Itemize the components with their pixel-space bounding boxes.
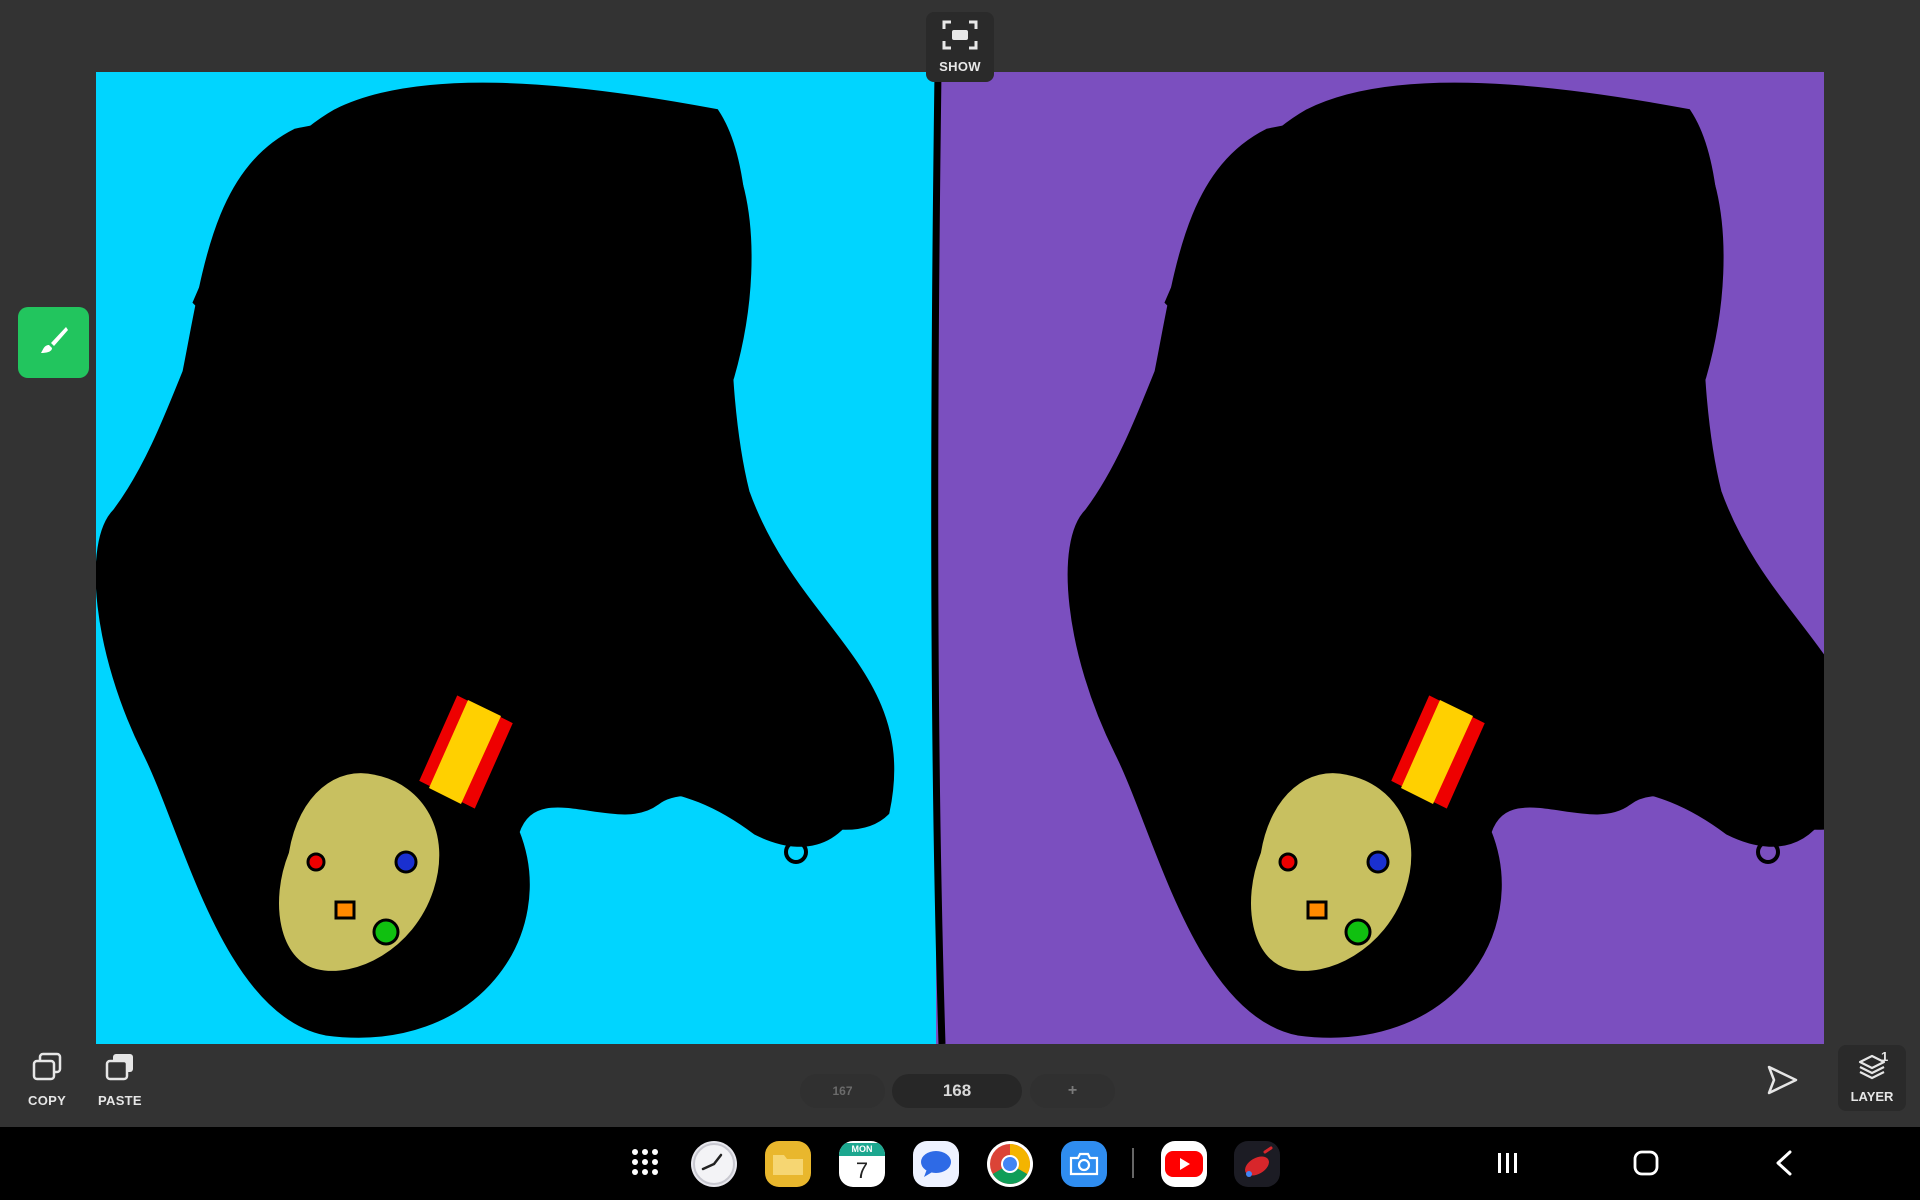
layer-count: 1 xyxy=(1881,1049,1889,1064)
animation-app: SHOW COPY PASTE 167 168 + 1 LAYER xyxy=(0,0,1920,1127)
add-frame-button[interactable]: + xyxy=(1030,1074,1115,1108)
current-frame-indicator[interactable]: 168 xyxy=(892,1074,1022,1108)
chrome-icon xyxy=(987,1141,1033,1187)
left-canvas-panel xyxy=(96,72,936,1044)
home-button[interactable] xyxy=(1624,1145,1668,1185)
camera-icon xyxy=(1061,1141,1107,1187)
calendar-icon: MON 7 xyxy=(839,1141,885,1187)
brush-tool-button[interactable] xyxy=(18,307,89,378)
chrome-app[interactable] xyxy=(986,1140,1034,1188)
brush-icon xyxy=(38,324,70,361)
apps-grid-icon xyxy=(630,1147,660,1182)
recents-icon xyxy=(1495,1151,1521,1180)
play-button[interactable] xyxy=(1760,1060,1804,1104)
back-icon xyxy=(1772,1149,1796,1182)
previous-frame-button[interactable]: 167 xyxy=(800,1074,885,1108)
copy-icon xyxy=(31,1052,63,1087)
clock-app[interactable] xyxy=(690,1140,738,1188)
copy-button[interactable]: COPY xyxy=(28,1052,66,1108)
calendar-app[interactable]: MON 7 xyxy=(838,1140,886,1188)
layer-label: LAYER xyxy=(1850,1089,1894,1104)
show-button[interactable]: SHOW xyxy=(926,12,994,82)
paint-app[interactable] xyxy=(1233,1140,1281,1188)
home-icon xyxy=(1632,1149,1660,1182)
youtube-icon xyxy=(1161,1141,1207,1187)
camera-app[interactable] xyxy=(1060,1140,1108,1188)
paste-button[interactable]: PASTE xyxy=(98,1052,142,1108)
right-canvas-panel xyxy=(936,72,1824,1044)
dock-separator xyxy=(1132,1148,1134,1178)
apps-grid-button[interactable] xyxy=(621,1140,669,1188)
calendar-day: 7 xyxy=(855,1157,869,1183)
show-label: SHOW xyxy=(939,59,981,74)
my-files-app[interactable] xyxy=(764,1140,812,1188)
copy-label: COPY xyxy=(28,1093,67,1108)
calendar-weekday: MON xyxy=(839,1142,885,1156)
messages-app[interactable] xyxy=(912,1140,960,1188)
drawing-canvas[interactable] xyxy=(96,72,1824,1044)
clock-icon xyxy=(691,1141,737,1187)
paste-label: PASTE xyxy=(98,1093,142,1108)
messages-icon xyxy=(913,1141,959,1187)
fullscreen-icon xyxy=(942,20,978,55)
recent-apps-button[interactable] xyxy=(1486,1145,1530,1185)
folder-icon xyxy=(765,1141,811,1187)
canvas-artwork xyxy=(96,72,1824,1044)
layer-button[interactable]: 1 LAYER xyxy=(1838,1045,1906,1111)
back-button[interactable] xyxy=(1762,1145,1806,1185)
paint-app-icon xyxy=(1234,1141,1280,1187)
youtube-app[interactable] xyxy=(1160,1140,1208,1188)
paste-icon xyxy=(104,1052,136,1087)
play-icon xyxy=(1765,1064,1799,1101)
